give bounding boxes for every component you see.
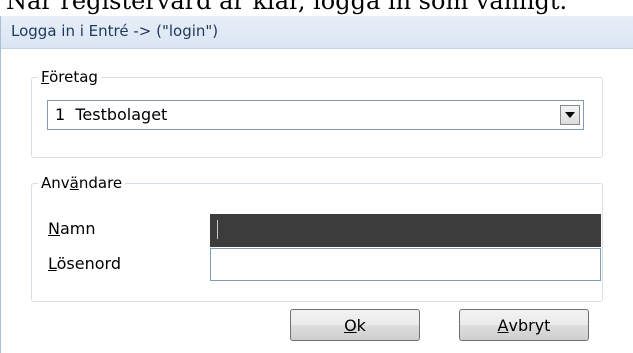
chevron-down-icon [565, 112, 575, 118]
company-select[interactable]: 1 Testbolaget [47, 100, 584, 130]
cancel-button[interactable]: Avbryt [459, 309, 589, 341]
name-input[interactable] [210, 214, 601, 247]
dialog-title: Logga in i Entré -> ("login") [11, 22, 219, 40]
user-group: Användare Namn Lösenord [31, 174, 603, 302]
company-select-value: 1 Testbolaget [55, 105, 168, 124]
user-group-legend: Användare [41, 174, 123, 192]
dropdown-button[interactable] [560, 105, 580, 125]
document-caption: När registervård är klar, logga in som v… [6, 0, 568, 15]
dialog-titlebar[interactable]: Logga in i Entré -> ("login") [1, 16, 633, 49]
login-dialog: Logga in i Entré -> ("login") Företag 1 … [0, 16, 633, 353]
company-group-legend: Företag [41, 68, 98, 86]
ok-button[interactable]: Ok [290, 309, 420, 341]
text-caret [217, 220, 218, 239]
password-input[interactable] [210, 248, 601, 281]
name-label: Namn [48, 219, 96, 238]
company-group: Företag 1 Testbolaget [31, 68, 603, 158]
password-label: Lösenord [48, 254, 121, 273]
